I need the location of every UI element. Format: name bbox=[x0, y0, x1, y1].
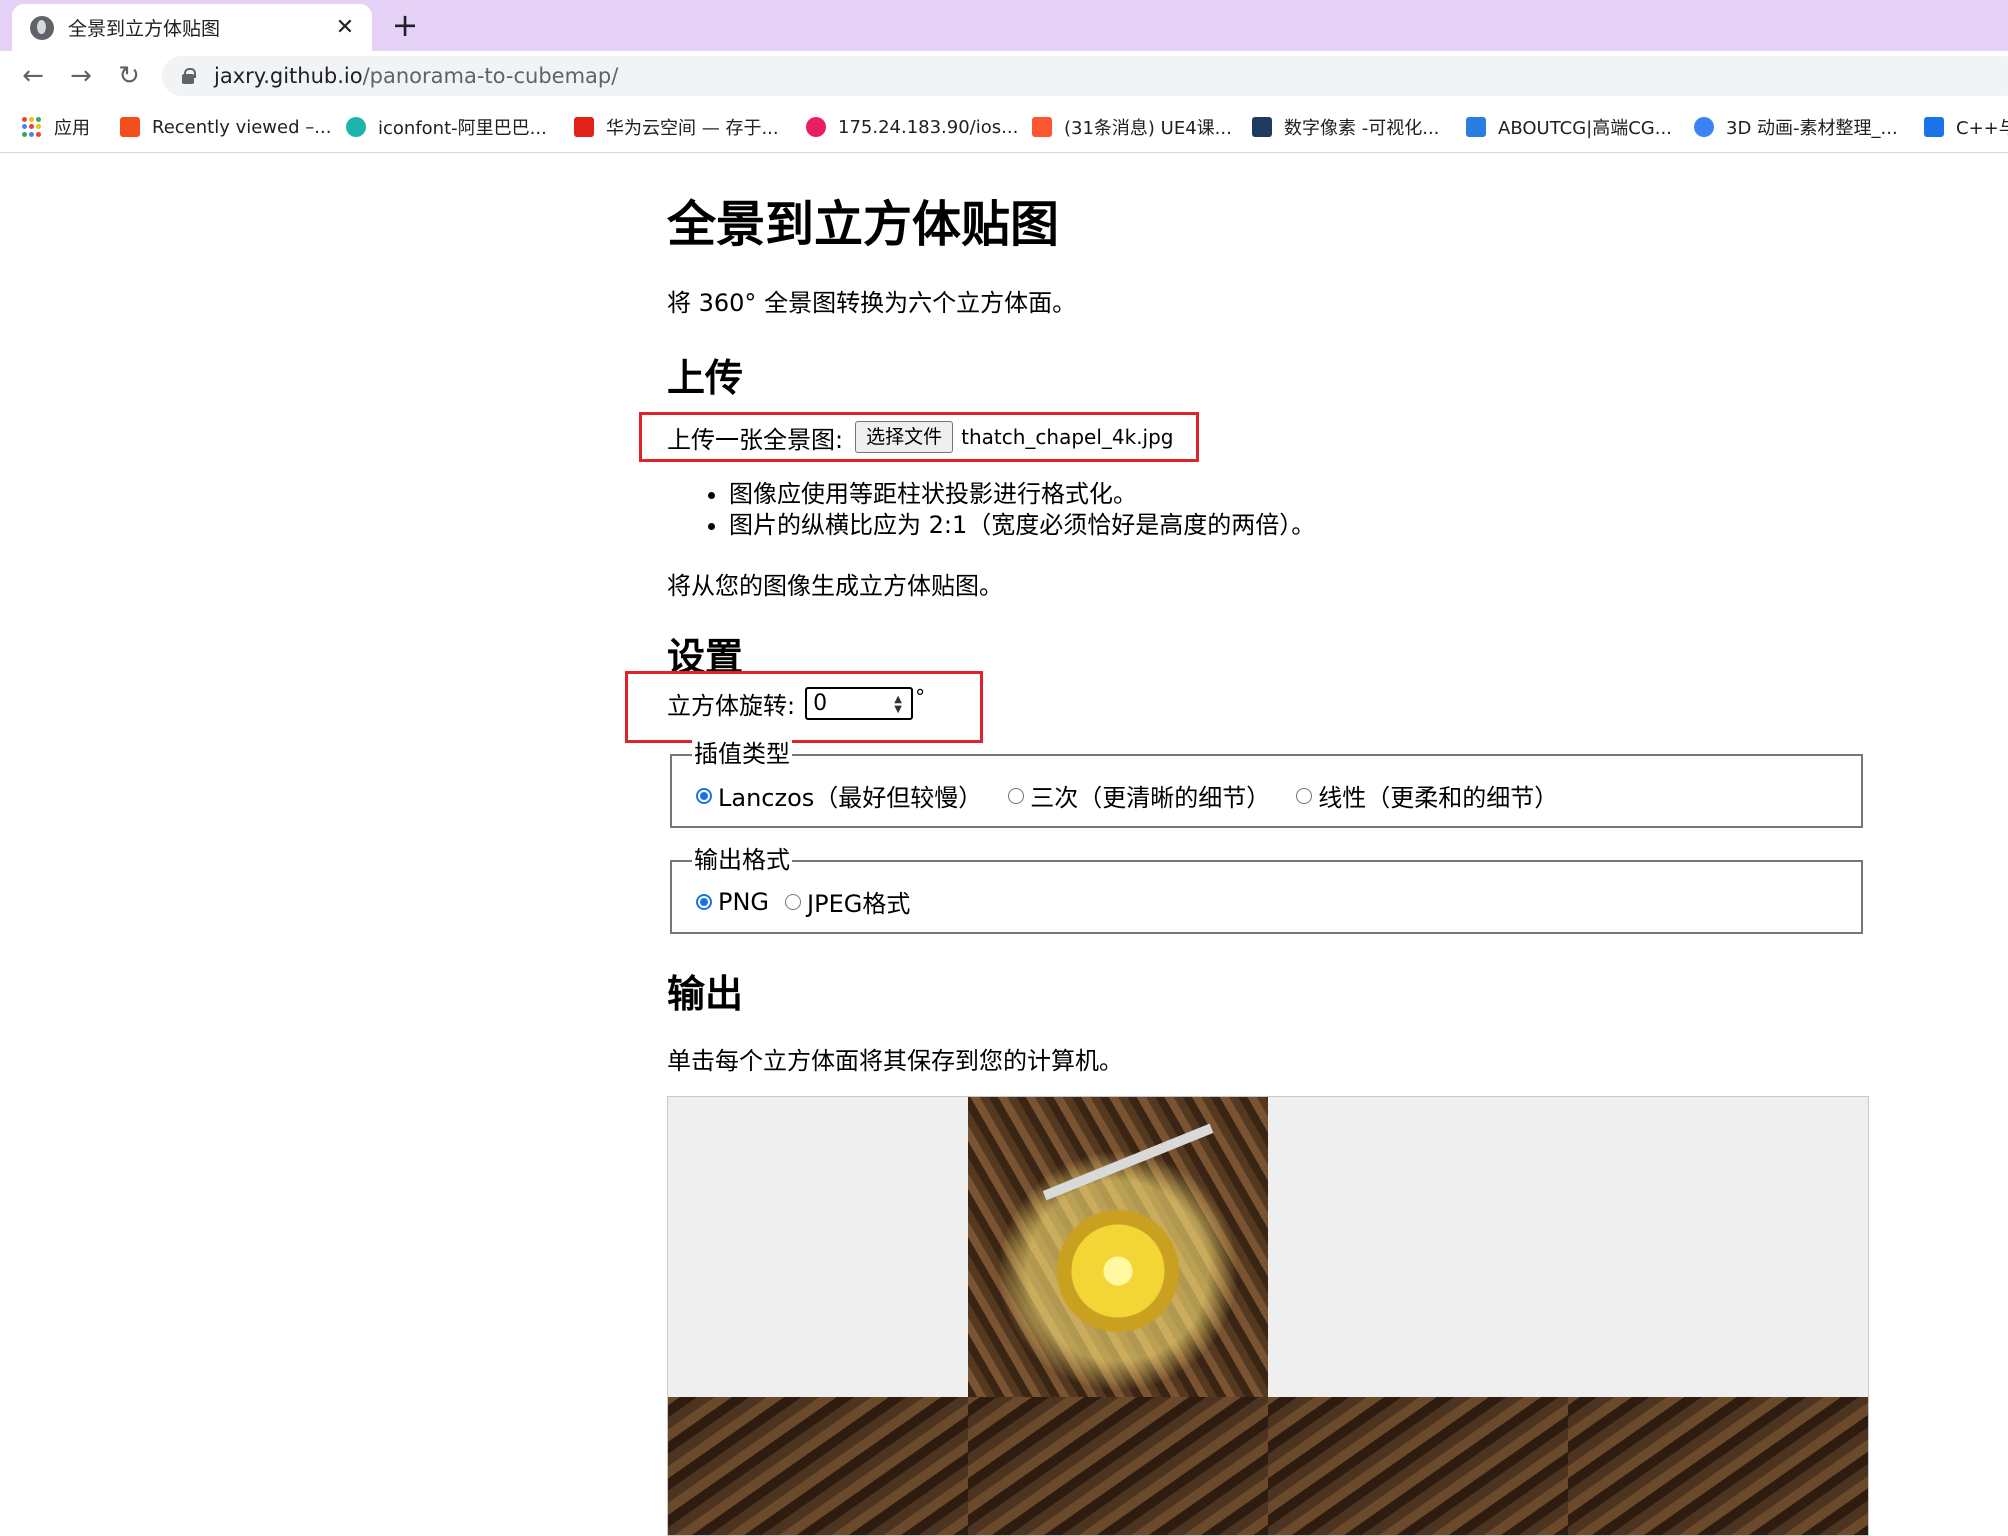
cube-face-right[interactable] bbox=[1268, 1397, 1568, 1535]
degree-unit: ° bbox=[915, 685, 926, 709]
iconfont-icon bbox=[346, 117, 366, 137]
format-fieldset: 输出格式 PNG JPEG格式 bbox=[670, 840, 1863, 934]
cube-face-left[interactable] bbox=[668, 1397, 968, 1535]
upload-heading: 上传 bbox=[667, 356, 744, 400]
bookmark-aboutcg[interactable]: ABOUTCG|高端CG... bbox=[1466, 113, 1672, 141]
radio-cubic[interactable] bbox=[1008, 787, 1025, 804]
interpolation-fieldset: 插值类型 Lanczos（最好但较慢） 三次（更清晰的细节） 线性（更柔和的细节… bbox=[670, 734, 1863, 828]
bookmark-huawei[interactable]: 华为云空间 — 存于... bbox=[574, 113, 779, 141]
note-item: 图像应使用等距柱状投影进行格式化。 bbox=[729, 479, 1315, 510]
radio-label[interactable]: JPEG格式 bbox=[807, 884, 910, 919]
radio-lanczos[interactable] bbox=[696, 787, 712, 804]
forward-button[interactable]: → bbox=[66, 61, 96, 91]
bookmark-3d[interactable]: 3D 动画-素材整理_... bbox=[1694, 113, 1898, 141]
radio-label[interactable]: 三次（更清晰的细节） bbox=[1030, 778, 1270, 813]
rotation-input[interactable]: 0 ▲ ▼ bbox=[805, 686, 914, 720]
radio-png[interactable] bbox=[696, 893, 712, 910]
cube-face-top[interactable] bbox=[968, 1097, 1268, 1397]
browser-tab[interactable]: 全景到立方体贴图 ✕ bbox=[12, 4, 372, 51]
lock-icon bbox=[182, 68, 196, 84]
3d-icon bbox=[1694, 117, 1714, 137]
bookmark-csdn[interactable]: (31条消息) UE4课... bbox=[1032, 113, 1232, 141]
close-tab-icon[interactable]: ✕ bbox=[332, 15, 358, 41]
radio-linear[interactable] bbox=[1296, 787, 1313, 804]
apps-grid-icon bbox=[22, 117, 42, 137]
bookmark-cpp[interactable]: C++与 bbox=[1924, 113, 2008, 141]
radio-label[interactable]: 线性（更柔和的细节） bbox=[1318, 778, 1558, 813]
figma-icon bbox=[120, 117, 140, 137]
url-text: jaxry.github.io/panorama-to-cubemap/ bbox=[214, 64, 619, 88]
bookmark-ios[interactable]: 175.24.183.90/ios... bbox=[806, 113, 1018, 141]
rotation-label: 立方体旋转: bbox=[667, 691, 796, 720]
selected-file-name: thatch_chapel_4k.jpg bbox=[961, 425, 1174, 449]
bookmark-figma[interactable]: Recently viewed –... bbox=[120, 113, 331, 141]
globe-icon bbox=[30, 15, 54, 40]
cubemap-preview bbox=[667, 1096, 1869, 1536]
tab-title: 全景到立方体贴图 bbox=[68, 18, 221, 40]
spinner-icon[interactable]: ▲ ▼ bbox=[891, 694, 905, 715]
bookmarks-bar: 应用 Recently viewed –... iconfont-阿里巴巴...… bbox=[0, 101, 2008, 153]
cube-face-front[interactable] bbox=[968, 1397, 1268, 1535]
browser-toolbar: ← → ↻ jaxry.github.io/panorama-to-cubema… bbox=[0, 51, 2008, 101]
bookmark-pixel[interactable]: 数字像素 -可视化... bbox=[1252, 113, 1439, 141]
intro-text: 将 360° 全景图转换为六个立方体面。 bbox=[667, 289, 1077, 317]
back-button[interactable]: ← bbox=[18, 61, 48, 91]
huawei-icon bbox=[574, 117, 594, 137]
output-hint: 单击每个立方体面将其保存到您的计算机。 bbox=[667, 1047, 1123, 1075]
upload-row: 上传一张全景图: 选择文件 thatch_chapel_4k.jpg bbox=[667, 419, 1174, 455]
upload-label: 上传一张全景图: bbox=[667, 425, 844, 454]
cube-face-back[interactable] bbox=[1568, 1397, 1868, 1535]
ios-icon bbox=[806, 117, 826, 137]
radio-jpeg[interactable] bbox=[785, 893, 802, 910]
rotation-row: 立方体旋转: 0 ▲ ▼ ° bbox=[667, 685, 925, 721]
new-tab-button[interactable]: + bbox=[390, 9, 420, 41]
choose-file-button[interactable]: 选择文件 bbox=[855, 421, 954, 453]
output-heading: 输出 bbox=[667, 972, 744, 1016]
csdn-icon bbox=[1032, 117, 1052, 137]
reload-button[interactable]: ↻ bbox=[114, 61, 144, 91]
aboutcg-icon bbox=[1466, 117, 1486, 137]
format-legend: 输出格式 bbox=[692, 840, 792, 875]
bookmark-apps[interactable]: 应用 bbox=[22, 113, 90, 141]
tab-strip: 全景到立方体贴图 ✕ + bbox=[0, 0, 2008, 51]
page-title: 全景到立方体贴图 bbox=[667, 196, 1060, 253]
pixel-icon bbox=[1252, 117, 1272, 137]
radio-label[interactable]: Lanczos（最好但较慢） bbox=[718, 778, 982, 813]
upload-notes: 图像应使用等距柱状投影进行格式化。 图片的纵横比应为 2:1（宽度必须恰好是高度… bbox=[701, 479, 1315, 541]
address-bar[interactable]: jaxry.github.io/panorama-to-cubemap/ bbox=[162, 56, 2008, 96]
bookmark-iconfont[interactable]: iconfont-阿里巴巴... bbox=[346, 113, 547, 141]
note-item: 图片的纵横比应为 2:1（宽度必须恰好是高度的两倍）。 bbox=[729, 510, 1315, 541]
doc-icon bbox=[1924, 117, 1944, 137]
generate-note: 将从您的图像生成立方体贴图。 bbox=[667, 572, 1003, 600]
interpolation-legend: 插值类型 bbox=[692, 734, 792, 769]
radio-label[interactable]: PNG bbox=[718, 888, 769, 916]
